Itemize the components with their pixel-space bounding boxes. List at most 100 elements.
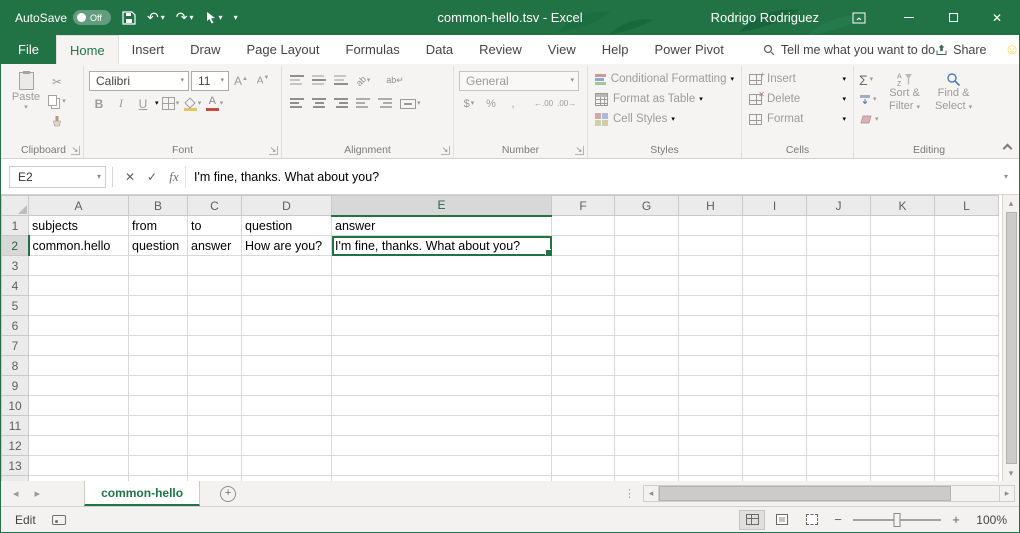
cell-K3[interactable] xyxy=(871,256,935,276)
clear-button[interactable]: ▾ xyxy=(859,110,879,129)
cell-G3[interactable] xyxy=(615,256,679,276)
column-header-K[interactable]: K xyxy=(871,196,935,216)
cell-F9[interactable] xyxy=(552,376,615,396)
increase-indent-button[interactable] xyxy=(375,94,395,113)
font-size-combo[interactable]: 11▾ xyxy=(191,71,229,91)
cell-I2[interactable] xyxy=(743,236,807,256)
sheet-tab-common-hello[interactable]: common-hello xyxy=(84,481,200,506)
alignment-dialog-launcher[interactable]: ↘ xyxy=(441,146,450,155)
cell-B12[interactable] xyxy=(129,436,188,456)
cell-J9[interactable] xyxy=(807,376,871,396)
cell-L4[interactable] xyxy=(935,276,999,296)
cell-F3[interactable] xyxy=(552,256,615,276)
cell-G12[interactable] xyxy=(615,436,679,456)
cell-L9[interactable] xyxy=(935,376,999,396)
cell-A9[interactable] xyxy=(29,376,129,396)
cell-J6[interactable] xyxy=(807,316,871,336)
cell-I12[interactable] xyxy=(743,436,807,456)
cell-K7[interactable] xyxy=(871,336,935,356)
row-header-7[interactable]: 7 xyxy=(2,336,29,356)
zoom-level[interactable]: 100% xyxy=(969,513,1007,527)
cell-A3[interactable] xyxy=(29,256,129,276)
cell-J2[interactable] xyxy=(807,236,871,256)
cell-D10[interactable] xyxy=(242,396,332,416)
insert-function-button[interactable]: fx xyxy=(163,166,185,188)
cell-B4[interactable] xyxy=(129,276,188,296)
underline-caret[interactable]: ▾ xyxy=(155,100,159,107)
cell-G7[interactable] xyxy=(615,336,679,356)
select-all-button[interactable] xyxy=(2,196,29,216)
cell-A5[interactable] xyxy=(29,296,129,316)
copy-button[interactable]: ▾ xyxy=(47,92,67,111)
cell-C10[interactable] xyxy=(188,396,242,416)
cell-E6[interactable] xyxy=(332,316,552,336)
cell-I9[interactable] xyxy=(743,376,807,396)
decrease-decimal-button[interactable]: .00→ xyxy=(556,94,577,113)
cell-A8[interactable] xyxy=(29,356,129,376)
cell-L10[interactable] xyxy=(935,396,999,416)
font-name-combo[interactable]: Calibri▾ xyxy=(89,71,189,91)
cell-F6[interactable] xyxy=(552,316,615,336)
column-header-L[interactable]: L xyxy=(935,196,999,216)
cell-E2[interactable]: I'm fine, thanks. What about you? xyxy=(332,236,552,256)
collapse-ribbon-button[interactable] xyxy=(1003,144,1013,154)
cell-G2[interactable] xyxy=(615,236,679,256)
column-header-F[interactable]: F xyxy=(552,196,615,216)
zoom-in-button[interactable]: + xyxy=(947,512,965,527)
share-button[interactable]: Share xyxy=(935,43,986,57)
horizontal-scroll-track[interactable] xyxy=(659,485,999,502)
name-box-caret[interactable]: ▾ xyxy=(97,172,101,181)
cell-I1[interactable] xyxy=(743,216,807,236)
cell-F7[interactable] xyxy=(552,336,615,356)
cell-J11[interactable] xyxy=(807,416,871,436)
cell-C5[interactable] xyxy=(188,296,242,316)
zoom-slider-thumb[interactable] xyxy=(894,513,901,527)
cell-A13[interactable] xyxy=(29,456,129,476)
cell-C12[interactable] xyxy=(188,436,242,456)
cell-F4[interactable] xyxy=(552,276,615,296)
customize-qat-button[interactable]: ▾ xyxy=(234,13,238,22)
column-header-G[interactable]: G xyxy=(615,196,679,216)
cell-H4[interactable] xyxy=(679,276,743,296)
cell-G6[interactable] xyxy=(615,316,679,336)
cell-J13[interactable] xyxy=(807,456,871,476)
sheet-bar-resize-handle[interactable]: ⋮ xyxy=(624,481,635,506)
ribbon-tab-insert[interactable]: Insert xyxy=(119,35,178,64)
touch-mouse-caret[interactable]: ▾ xyxy=(219,13,223,22)
column-header-C[interactable]: C xyxy=(188,196,242,216)
cell-styles-button[interactable]: Cell Styles ▾ xyxy=(593,109,736,129)
row-header-10[interactable]: 10 xyxy=(2,396,29,416)
cell-L7[interactable] xyxy=(935,336,999,356)
formula-input[interactable]: I'm fine, thanks. What about you? xyxy=(185,166,997,188)
cell-I4[interactable] xyxy=(743,276,807,296)
cell-B11[interactable] xyxy=(129,416,188,436)
bottom-align-button[interactable] xyxy=(331,71,351,90)
cell-H11[interactable] xyxy=(679,416,743,436)
borders-button[interactable]: ▾ xyxy=(161,94,181,113)
clipboard-dialog-launcher[interactable]: ↘ xyxy=(71,146,80,155)
name-box[interactable]: E2 ▾ xyxy=(9,166,106,188)
cell-K9[interactable] xyxy=(871,376,935,396)
cell-K12[interactable] xyxy=(871,436,935,456)
cell-F2[interactable] xyxy=(552,236,615,256)
undo-button[interactable]: ↶▾ xyxy=(147,9,165,26)
format-as-table-button[interactable]: Format as Table ▾ xyxy=(593,89,736,109)
cell-D6[interactable] xyxy=(242,316,332,336)
ribbon-tab-review[interactable]: Review xyxy=(466,35,535,64)
ribbon-tab-home[interactable]: Home xyxy=(56,35,119,64)
page-layout-view-button[interactable] xyxy=(769,510,795,530)
cell-C9[interactable] xyxy=(188,376,242,396)
cell-D4[interactable] xyxy=(242,276,332,296)
fill-color-button[interactable]: ▾ xyxy=(183,94,203,113)
macro-recording-icon[interactable] xyxy=(52,515,66,525)
bold-button[interactable]: B xyxy=(89,94,109,113)
previous-sheet-arrow[interactable]: ◂ xyxy=(13,487,19,500)
cell-K6[interactable] xyxy=(871,316,935,336)
column-header-D[interactable]: D xyxy=(242,196,332,216)
zoom-slider[interactable] xyxy=(853,519,941,521)
cell-A7[interactable] xyxy=(29,336,129,356)
underline-button[interactable]: U xyxy=(133,94,153,113)
cell-L3[interactable] xyxy=(935,256,999,276)
delete-cells-button[interactable]: ✕ Delete ▾ xyxy=(747,89,848,109)
ribbon-display-options-button[interactable] xyxy=(837,0,881,35)
